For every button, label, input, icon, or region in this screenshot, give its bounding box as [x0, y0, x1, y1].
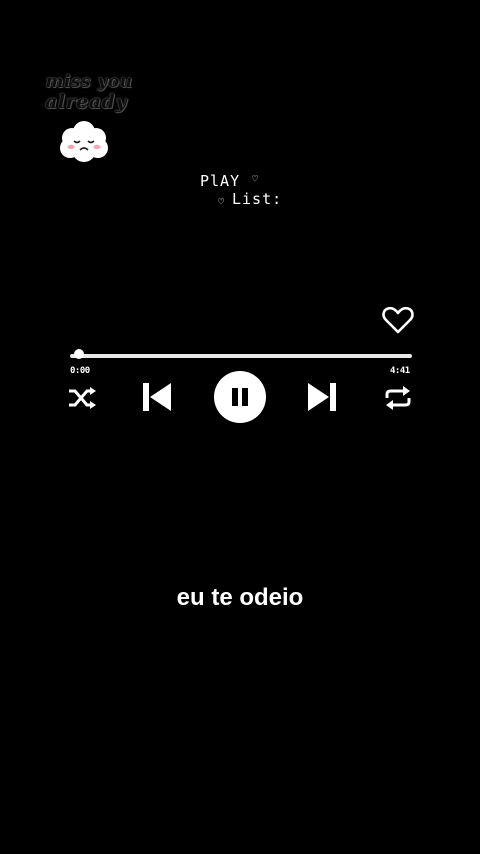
sad-cloud-icon	[60, 121, 108, 162]
sticker-line-1: miss you	[45, 72, 133, 92]
sticker-line-2: already	[45, 91, 127, 113]
time-total: 4:41	[390, 366, 410, 376]
sticker-caption: miss you already	[34, 72, 144, 114]
time-elapsed: 0:00	[70, 366, 90, 376]
small-heart-icon: ♡	[252, 174, 259, 185]
progress-bar[interactable]	[70, 354, 412, 358]
pause-icon	[214, 371, 266, 423]
repeat-icon[interactable]	[383, 384, 413, 412]
small-heart-icon: ♡	[218, 197, 225, 208]
heart-outline-icon[interactable]	[382, 305, 414, 335]
miss-you-sticker: miss you already	[34, 74, 144, 166]
playlist-label-line-1: PlAY	[200, 172, 241, 190]
lyric-text: eu te odeio	[176, 584, 304, 611]
playlist-label-line-2: List:	[232, 190, 283, 208]
shuffle-icon[interactable]	[67, 385, 97, 411]
play-pause-button[interactable]	[212, 369, 268, 425]
skip-next-icon[interactable]	[305, 380, 339, 414]
playlist-label: PlAY ♡ ♡ List:	[198, 170, 298, 216]
skip-previous-icon[interactable]	[140, 380, 174, 414]
progress-knob[interactable]	[73, 349, 84, 359]
